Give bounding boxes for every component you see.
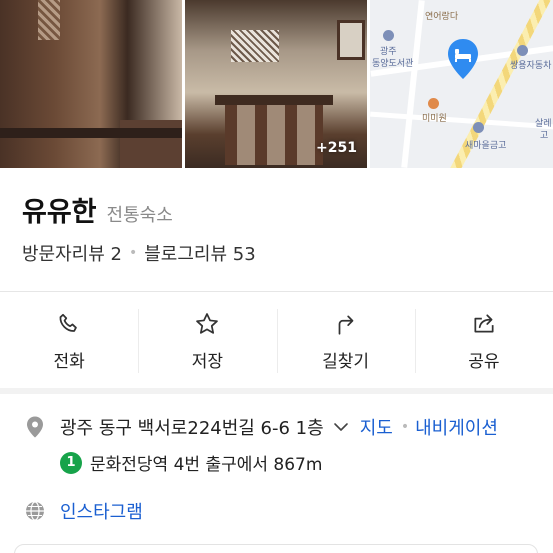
photo-2[interactable]: +251 xyxy=(185,0,367,168)
address-text[interactable]: 광주 동구 백서로224번길 6-6 1층 xyxy=(60,414,324,440)
subway-distance-text: 문화전당역 4번 출구에서 867m xyxy=(90,455,323,475)
share-button[interactable]: 공유 xyxy=(414,295,553,387)
blog-reviews-link[interactable]: 블로그리뷰 53 xyxy=(144,240,255,266)
save-button[interactable]: 저장 xyxy=(138,295,276,387)
place-category: 전통숙소 xyxy=(106,205,173,226)
location-pin-icon xyxy=(27,416,43,438)
map-poi-1: 연어랑다 xyxy=(425,12,459,22)
place-name: 유유한 xyxy=(22,197,97,228)
navigation-link[interactable]: 내비게이션 xyxy=(415,414,498,440)
map-link[interactable]: 지도 xyxy=(360,414,393,440)
map-poi-6: 새마을금고 xyxy=(465,141,507,151)
map-poi-8: 고 xyxy=(540,131,549,141)
section-divider xyxy=(0,388,553,394)
food-marker-icon xyxy=(428,98,439,109)
divider xyxy=(0,291,553,292)
address-row: 광주 동구 백서로224번길 6-6 1층 지도 • 내비게이션 xyxy=(24,414,498,440)
instagram-row: 인스타그램 xyxy=(24,498,143,524)
share-icon xyxy=(474,313,494,332)
globe-icon xyxy=(26,501,44,521)
save-label: 저장 xyxy=(191,351,224,372)
subway-line-badge: 1 xyxy=(60,451,82,474)
directions-icon xyxy=(338,315,353,335)
map-poi-4: 쌍용자동차 xyxy=(510,61,552,71)
review-counts: 방문자리뷰 2 • 블로그리뷰 53 xyxy=(22,240,256,266)
map-poi-3: 동양도서관 xyxy=(372,59,414,69)
directions-label: 길찾기 xyxy=(322,351,370,372)
share-label: 공유 xyxy=(468,351,500,372)
star-icon xyxy=(196,312,219,334)
directions-button[interactable]: 길찾기 xyxy=(276,295,415,387)
chevron-down-icon[interactable] xyxy=(332,418,350,436)
instagram-link[interactable]: 인스타그램 xyxy=(60,498,143,524)
map-poi-5: 미미원 xyxy=(422,114,447,124)
call-button[interactable]: 전화 xyxy=(0,295,138,387)
bank-marker-icon xyxy=(473,122,484,133)
subway-row: 1 문화전당역 4번 출구에서 867m xyxy=(60,450,322,475)
place-title-row: 유유한 전통숙소 xyxy=(22,190,173,229)
phone-icon xyxy=(59,313,77,332)
lodging-pin-icon xyxy=(448,39,478,79)
map-thumbnail[interactable]: 연어랑다 광주 동양도서관 쌍용자동차 미미원 새마을금고 살레 고 xyxy=(370,0,553,168)
separator-dot: • xyxy=(400,419,410,435)
call-label: 전화 xyxy=(53,351,85,372)
place-marker-icon xyxy=(383,30,394,41)
separator-dot: • xyxy=(128,245,138,261)
car-marker-icon xyxy=(517,45,528,56)
photo-strip: +251 연어랑다 광주 동양도서관 쌍용자동차 미미원 새마을금고 살레 고 xyxy=(0,0,553,168)
more-photos-count[interactable]: +251 xyxy=(316,140,357,156)
bottom-card xyxy=(14,544,538,553)
action-bar: 전화 저장 길찾기 공유 xyxy=(0,295,553,387)
photo-1[interactable] xyxy=(0,0,182,168)
visitor-reviews-link[interactable]: 방문자리뷰 2 xyxy=(22,240,122,266)
